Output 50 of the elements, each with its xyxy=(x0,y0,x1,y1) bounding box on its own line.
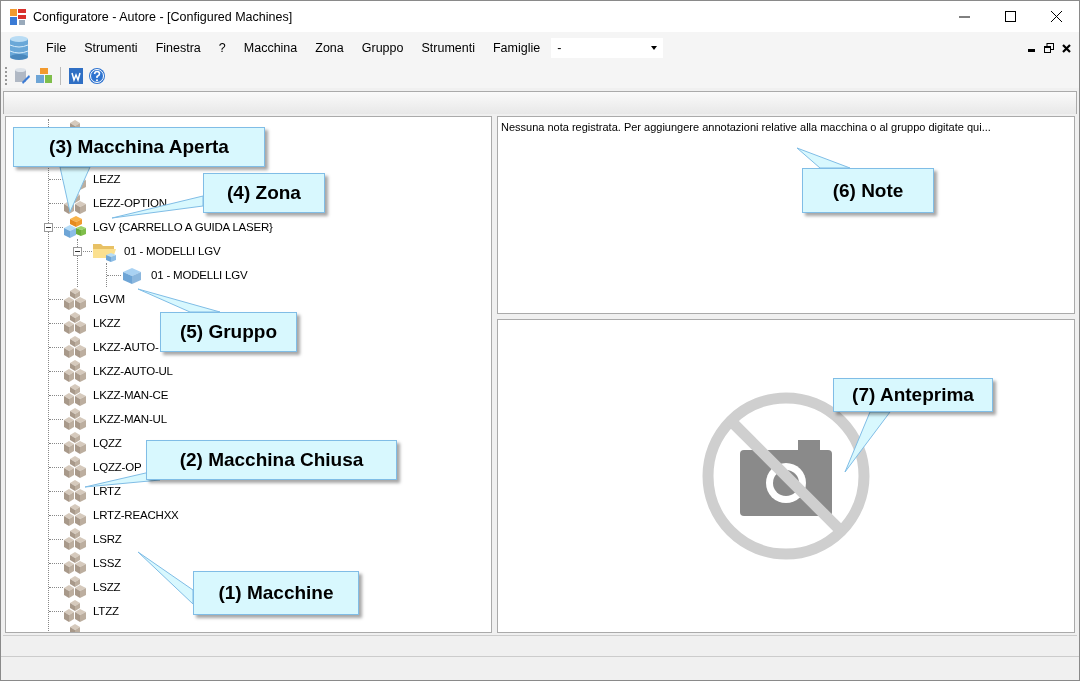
collapse-toggle[interactable] xyxy=(73,246,82,256)
tree-item[interactable]: LKZZ-MAN-CE xyxy=(93,389,169,401)
maximize-icon[interactable] xyxy=(1004,11,1016,22)
tree-item[interactable]: LKZZ-MAN-UL xyxy=(93,413,167,425)
tree-item[interactable]: LEZZ-OPTION xyxy=(93,197,167,209)
document-icon[interactable] xyxy=(68,67,84,85)
tree-item[interactable]: LEZZ xyxy=(93,173,121,185)
tree-item[interactable]: LKZZ-AUTO-UL xyxy=(93,365,173,377)
window-title: Configuratore - Autore - [Configured Machines] xyxy=(33,9,294,24)
tree-item[interactable]: LQZZ-OP xyxy=(93,461,142,473)
callout-pointer xyxy=(137,551,194,605)
tree-item[interactable]: 01 - MODELLI LGV xyxy=(151,269,248,281)
app-logo-icon xyxy=(10,8,26,25)
menu-item[interactable]: Famiglie xyxy=(483,41,550,55)
menu-item[interactable]: Macchina xyxy=(234,41,307,55)
family-dropdown[interactable]: - xyxy=(551,38,664,58)
tree-item[interactable]: LTZZ xyxy=(93,605,119,617)
menu-item[interactable]: Zona xyxy=(306,41,353,55)
colored-blocks-icon[interactable] xyxy=(35,67,53,85)
menu-item[interactable]: Strumenti xyxy=(75,41,147,55)
database-icon[interactable] xyxy=(9,36,29,60)
help-icon[interactable] xyxy=(88,67,106,85)
close-icon[interactable] xyxy=(1050,11,1062,22)
callout-pointer xyxy=(59,166,91,213)
tree-item[interactable]: LQZZ xyxy=(93,437,122,449)
restore-button[interactable] xyxy=(1044,43,1054,53)
tree-item[interactable]: LKZZ-AUTO- xyxy=(93,341,159,353)
menu-item[interactable]: File xyxy=(37,41,76,55)
callout-label: (2) Macchina Chiusa xyxy=(146,440,397,480)
collapse-toggle[interactable] xyxy=(44,222,53,232)
tree-item[interactable]: LGV {CARRELLO A GUIDA LASER} xyxy=(93,221,273,233)
tree-item[interactable]: LKZZ xyxy=(93,317,121,329)
callout-label: (7) Anteprima xyxy=(833,378,993,412)
menu-item[interactable]: Strumenti xyxy=(412,41,484,55)
callout-label: (4) Zona xyxy=(203,173,325,213)
callout-pointer xyxy=(796,147,851,169)
tree-item[interactable]: LRTZ xyxy=(93,485,121,497)
tree-item[interactable]: LSRZ xyxy=(93,533,122,545)
tree-item[interactable]: LSZZ xyxy=(93,581,121,593)
database-edit-icon[interactable] xyxy=(13,67,31,85)
tree-item[interactable]: LRTZ-REACHXX xyxy=(93,509,179,521)
tree-item[interactable]: LGVM xyxy=(93,293,125,305)
tree-item[interactable]: 01 - MODELLI LGV xyxy=(124,245,221,257)
tree-item[interactable]: LSSZ xyxy=(93,557,121,569)
close-button[interactable] xyxy=(1062,43,1071,53)
menu-item[interactable]: Finestra xyxy=(146,41,210,55)
menu-item[interactable]: ? xyxy=(209,41,235,55)
caret-icon xyxy=(651,46,658,50)
menu-item[interactable]: Gruppo xyxy=(352,41,413,55)
callout-pointer xyxy=(844,411,891,473)
